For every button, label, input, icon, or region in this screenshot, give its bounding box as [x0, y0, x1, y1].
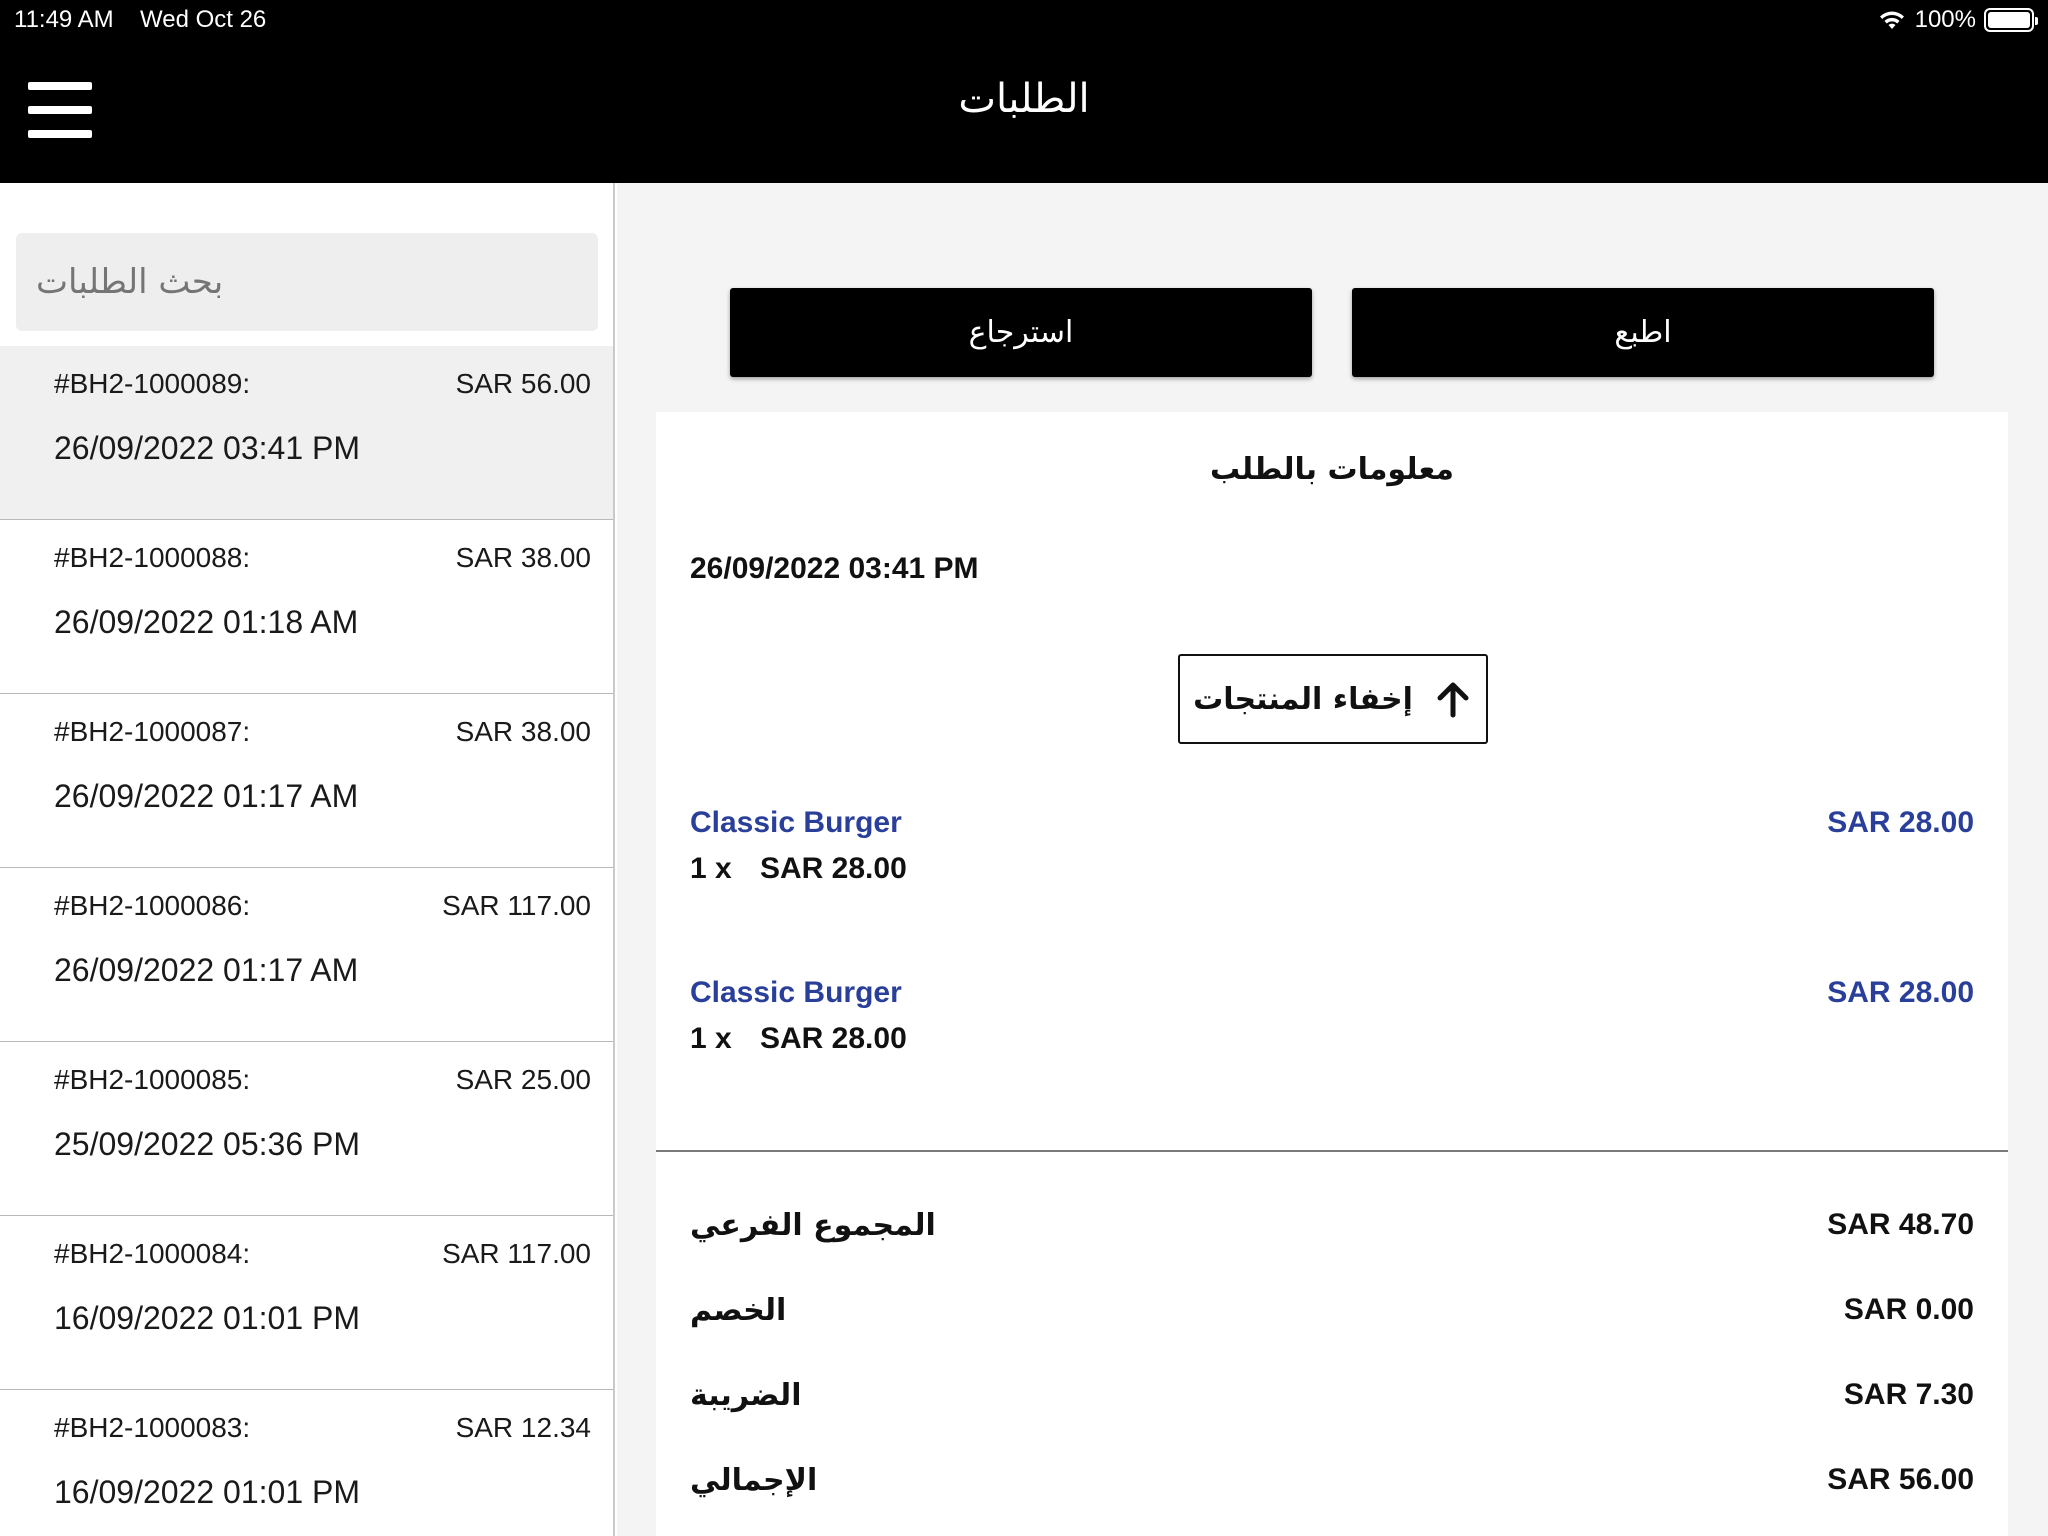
- status-date: Wed Oct 26: [140, 6, 267, 33]
- order-id: #BH2-1000087:: [54, 716, 251, 747]
- order-id: #BH2-1000084:: [54, 1238, 251, 1269]
- battery-icon: [1984, 8, 2038, 32]
- discount-row: الخصم SAR 0.00: [690, 1293, 1974, 1337]
- product-price: SAR 28.00: [1827, 806, 1974, 839]
- product-name: Classic Burger: [690, 976, 902, 1009]
- tax-label: الضريبة: [690, 1378, 802, 1413]
- order-info-card: معلومات بالطلب 26/09/2022 03:41 PM إخفاء…: [656, 412, 2008, 1536]
- status-indicators: 100%: [1877, 4, 2038, 36]
- order-detail-panel: استرجاع اطبع معلومات بالطلب 26/09/2022 0…: [617, 183, 2048, 1536]
- discount-label: الخصم: [690, 1293, 787, 1328]
- orders-sidebar: #BH2-1000089: SAR 56.00 26/09/2022 03:41 P…: [0, 183, 615, 1536]
- product-row: Classic Burger SAR 28.00 1 x SAR 28.00: [690, 976, 1974, 1076]
- order-price: SAR 12.34: [455, 1412, 591, 1443]
- order-price: SAR 56.00: [455, 368, 591, 399]
- total-label: الإجمالي: [690, 1463, 818, 1498]
- order-id: #BH2-1000086:: [54, 890, 251, 921]
- product-unit-price: SAR 28.00: [760, 1022, 907, 1055]
- product-quantity: 1 x: [690, 1022, 732, 1055]
- order-list-item[interactable]: #BH2-1000083: SAR 12.34 16/09/2022 01:01 P…: [0, 1390, 613, 1536]
- wifi-icon: [1879, 11, 1904, 29]
- order-info-title: معلومات بالطلب: [1209, 452, 1454, 487]
- divider: [656, 1150, 2008, 1152]
- order-date: 26/09/2022 03:41 PM: [54, 430, 361, 466]
- order-date: 26/09/2022 03:41 PM: [690, 552, 979, 585]
- product-row: Classic Burger SAR 28.00 1 x SAR 28.00: [690, 806, 1974, 906]
- battery-percent: 100%: [1914, 6, 1976, 33]
- search-input[interactable]: [16, 233, 598, 331]
- total-value: SAR 56.00: [1827, 1463, 1974, 1496]
- hide-products-button[interactable]: إخفاء المنتجات: [1178, 654, 1488, 744]
- order-date: 16/09/2022 01:01 PM: [54, 1474, 361, 1510]
- status-time: 11:49 AM: [14, 6, 114, 33]
- order-price: SAR 38.00: [455, 542, 591, 573]
- order-price: SAR 117.00: [442, 1238, 591, 1269]
- product-price: SAR 28.00: [1827, 976, 1974, 1009]
- order-list-item[interactable]: #BH2-1000088: SAR 38.00 26/09/2022 01:18 A…: [0, 520, 613, 694]
- order-price: SAR 117.00: [442, 890, 591, 921]
- order-price: SAR 25.00: [455, 1064, 591, 1095]
- order-date: 16/09/2022 01:01 PM: [54, 1300, 361, 1336]
- order-price: SAR 38.00: [455, 716, 591, 747]
- total-row: الإجمالي SAR 56.00: [690, 1463, 1974, 1507]
- order-date: 26/09/2022 01:18 AM: [54, 604, 359, 640]
- order-list-item[interactable]: #BH2-1000087: SAR 38.00 26/09/2022 01:17 A…: [0, 694, 613, 868]
- tax-row: الضريبة SAR 7.30: [690, 1378, 1974, 1422]
- order-list-item[interactable]: #BH2-1000086: SAR 117.00 26/09/2022 01:17 …: [0, 868, 613, 1042]
- order-list-item[interactable]: #BH2-1000085: SAR 25.00 25/09/2022 05:36 P…: [0, 1042, 613, 1216]
- order-list-item[interactable]: #BH2-1000084: SAR 117.00 16/09/2022 01:01 …: [0, 1216, 613, 1390]
- page-title: الطلبات: [958, 77, 1090, 121]
- order-date: 26/09/2022 01:17 AM: [54, 952, 359, 988]
- order-id: #BH2-1000088:: [54, 542, 251, 573]
- top-bar: 11:49 AM Wed Oct 26 100% الطلبات: [0, 0, 2048, 183]
- hide-products-label: إخفاء المنتجات: [1193, 681, 1413, 717]
- order-date: 26/09/2022 01:17 AM: [54, 778, 359, 814]
- order-id: #BH2-1000085:: [54, 1064, 251, 1095]
- product-name: Classic Burger: [690, 806, 902, 839]
- order-list-item[interactable]: #BH2-1000089: SAR 56.00 26/09/2022 03:41 P…: [0, 346, 613, 520]
- product-unit-price: SAR 28.00: [760, 852, 907, 885]
- order-id: #BH2-1000089:: [54, 368, 251, 399]
- order-date: 25/09/2022 05:36 PM: [54, 1126, 361, 1162]
- tax-value: SAR 7.30: [1843, 1378, 1974, 1411]
- subtotal-value: SAR 48.70: [1827, 1208, 1974, 1241]
- subtotal-row: المجموع الفرعي SAR 48.70: [690, 1208, 1974, 1252]
- order-id: #BH2-1000083:: [54, 1412, 251, 1443]
- arrow-up-icon: [1437, 682, 1469, 718]
- print-button[interactable]: اطبع: [1352, 288, 1934, 377]
- refund-button[interactable]: استرجاع: [730, 288, 1312, 377]
- subtotal-label: المجموع الفرعي: [690, 1208, 936, 1243]
- discount-value: SAR 0.00: [1843, 1293, 1974, 1326]
- order-list: #BH2-1000089: SAR 56.00 26/09/2022 03:41 P…: [0, 346, 613, 1536]
- product-quantity: 1 x: [690, 852, 732, 885]
- battery-fill: [1988, 12, 2030, 28]
